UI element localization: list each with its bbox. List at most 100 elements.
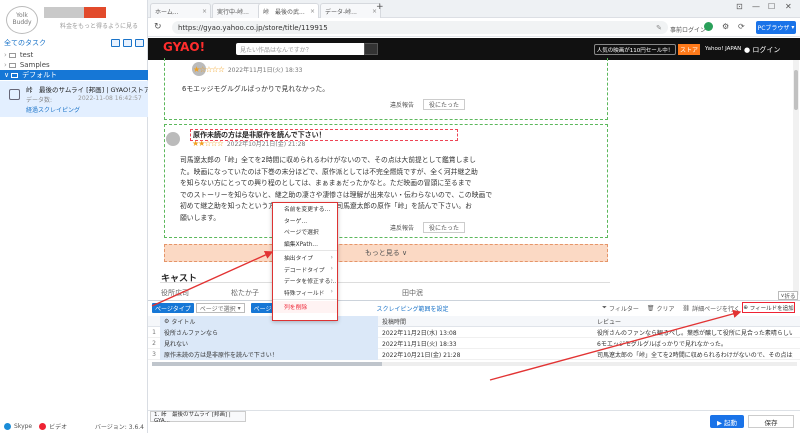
menu-item-rename[interactable]: 名前を変更する… <box>273 203 337 215</box>
version-label: バージョン: 3.6.4 <box>94 424 144 431</box>
filter-button[interactable]: ⏷ フィルター <box>602 304 639 313</box>
fold-button[interactable]: ∨ 折る <box>778 291 798 300</box>
column-review[interactable]: レビュー <box>593 316 793 327</box>
tree-item-test[interactable]: › test <box>0 50 148 60</box>
tab-home[interactable]: ホーム... × <box>150 3 211 18</box>
link-icon: ⛓ <box>682 304 691 312</box>
cast-name[interactable]: 松たか子 <box>231 288 259 298</box>
scrollbar-thumb[interactable] <box>794 70 798 110</box>
pin-icon[interactable]: ⊡ <box>736 2 743 11</box>
promo-banner[interactable]: 人気の映画が110円セール中！ <box>594 44 676 55</box>
import-icon[interactable] <box>123 38 132 47</box>
add-field-button[interactable]: ⊕ フィールドを追加 <box>742 302 795 313</box>
task-date: 2022-11-08 16:42:57 <box>78 95 142 102</box>
folder-open-icon <box>11 72 19 78</box>
skype-icon[interactable] <box>4 423 11 430</box>
divider <box>160 282 610 283</box>
folder-icon <box>8 62 16 68</box>
task-status: 経過スクレイピング <box>26 107 81 114</box>
refresh-icon[interactable]: ⟳ <box>738 22 745 31</box>
menu-item-special-field[interactable]: 特殊フィールド › <box>273 287 337 299</box>
site-search-input[interactable]: 見たい作品はなんですか？ <box>236 43 366 55</box>
rating-stars: ★☆☆☆☆ <box>193 65 225 74</box>
save-button[interactable]: 保存 <box>748 415 794 428</box>
search-icon[interactable] <box>364 43 378 55</box>
tree-item-default[interactable]: ∨ デフォルト <box>0 70 148 80</box>
login-link[interactable]: ● ログイン <box>744 45 780 55</box>
panel-toolbar: ページタイプ ページで選択 ▾ ページ番号の… スクレイピング範囲を設定 ⏷フィ… <box>148 301 800 315</box>
table-row[interactable]: 1 役所さんファンなら 2022年11月2日(水) 13:08 役所さんのファンなら観… <box>148 326 800 338</box>
pc-browser-button[interactable]: PCブラウザ ▾ <box>756 21 796 34</box>
cast-name[interactable]: 田中泯 <box>402 288 423 298</box>
reload-icon[interactable]: ↻ <box>154 22 162 32</box>
menu-item-modify-data[interactable]: データを修正する… › <box>273 275 337 287</box>
table-scrollbar-thumb[interactable] <box>152 362 382 366</box>
video-link[interactable]: ビデオ <box>49 422 67 431</box>
helpful-button[interactable]: 役にたった <box>423 222 465 233</box>
chevron-right-icon: › <box>330 254 333 261</box>
menu-item-decode-type[interactable]: デコードタイプ › <box>273 264 337 276</box>
column-title[interactable]: ⚙ タイトル <box>160 315 378 327</box>
chevron-right-icon: › <box>330 277 333 284</box>
new-tab-button[interactable]: + <box>376 2 384 12</box>
app-logo: Yolk Buddy <box>6 6 38 34</box>
helpful-button[interactable]: 役にたった <box>423 99 465 110</box>
show-more-button[interactable]: もっと見る ∨ <box>164 244 608 262</box>
menu-item-target[interactable]: ターゲ… <box>273 215 337 227</box>
page-type-select[interactable]: ページで選択 ▾ <box>195 303 245 313</box>
avatar <box>166 132 180 146</box>
running-task-tab[interactable]: 1. 峠 最後のサムライ [邦画] | GYA... <box>150 411 246 424</box>
store-button[interactable]: ストア <box>678 44 700 55</box>
trash-icon: 🗑 <box>646 304 655 312</box>
table-row[interactable]: 2 見れない 2022年11月1日(火) 18:33 6モエッジモグルグルばっかりで見… <box>148 337 800 349</box>
folder-icon <box>8 52 16 58</box>
goto-detail-button[interactable]: ⛓ 詳細ページを行く <box>682 304 740 313</box>
table-header: ⚙ タイトル 投稿時間 レビュー <box>148 315 800 327</box>
tree-item-samples[interactable]: › Samples <box>0 60 148 70</box>
menu-item-extract-type[interactable]: 抽出タイプ › <box>273 252 337 264</box>
page-type-button[interactable]: ページタイプ <box>152 303 194 313</box>
column-time[interactable]: 投稿時間 <box>378 316 593 327</box>
review-date: 2022年11月1日(火) 18:33 <box>227 67 303 74</box>
video-icon[interactable] <box>39 423 47 430</box>
pre-login-button[interactable]: 事前ログイン <box>670 25 706 34</box>
new-folder-icon[interactable] <box>111 38 120 47</box>
url-input[interactable]: https://gyao.yahoo.co.jp/store/title/119… <box>172 21 668 34</box>
report-link[interactable]: 違反報告 <box>385 99 419 110</box>
collapse-icon[interactable] <box>135 38 144 47</box>
tab-data[interactable]: データ-峠... × <box>320 3 381 18</box>
menu-item-delete-column[interactable]: 列を削除 <box>273 301 337 313</box>
task-data-count: データ数: <box>26 97 53 104</box>
sidebar-footer: Skype ビデオ バージョン: 3.6.4 <box>0 420 148 433</box>
upgrade-link[interactable]: 料金をもっと得るように見る <box>60 21 138 30</box>
maximize-icon[interactable]: ☐ <box>768 2 775 11</box>
edit-icon[interactable]: ✎ <box>656 24 662 32</box>
gear-icon[interactable]: ⚙ <box>164 318 169 325</box>
close-icon[interactable]: × <box>310 8 315 15</box>
task-name[interactable]: 峠 最後のサムライ [邦画] | GYAO!ストア-... <box>26 84 159 94</box>
menu-item-select-in-page[interactable]: ページで選択 <box>273 226 337 238</box>
review-text: 6モエッジモグルグルばっかりで見れなかった。 <box>182 85 330 93</box>
chevron-right-icon: › <box>330 289 333 296</box>
filter-icon: ⏷ <box>602 304 607 311</box>
all-tasks-label[interactable]: 全てのタスク <box>4 38 46 48</box>
clear-button[interactable]: 🗑 クリア <box>647 304 675 313</box>
close-icon[interactable]: × <box>202 8 207 15</box>
menu-item-edit-xpath[interactable]: 編集XPath… <box>273 238 337 250</box>
window-close-icon[interactable]: ✕ <box>785 2 792 11</box>
user-badge <box>84 7 106 18</box>
site-logo[interactable]: GYAO! <box>163 40 205 54</box>
robot-icon <box>9 89 20 100</box>
tab-current-page[interactable]: 峠 最後の武... × <box>258 3 319 18</box>
skype-link[interactable]: Skype <box>14 423 32 430</box>
cast-name[interactable]: 役所広司 <box>161 288 189 298</box>
yahoo-link[interactable]: Yahoo! JAPAN <box>705 46 741 52</box>
minimize-icon[interactable]: — <box>752 2 760 11</box>
report-link[interactable]: 違反報告 <box>385 222 419 233</box>
chevron-right-icon: › <box>330 266 333 273</box>
user-name-redacted <box>44 7 84 18</box>
table-row[interactable]: 3 原作未読の方は是非原作を読んで下さい！ 2022年10月21日(金) 21:28… <box>148 348 800 360</box>
settings-icon[interactable]: ⚙ <box>722 22 729 31</box>
scrape-range-link[interactable]: スクレイピング範囲を設定 <box>376 304 448 313</box>
start-button[interactable]: ▶ 起動 <box>710 415 744 428</box>
